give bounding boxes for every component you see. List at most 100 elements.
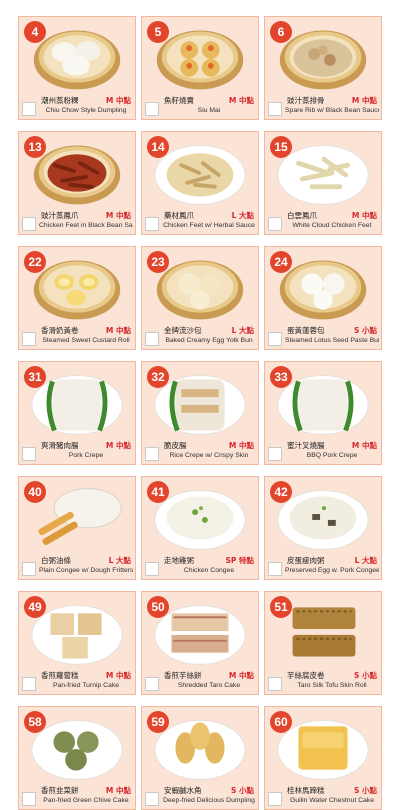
menu-item-card[interactable]: 40 白粥油條 L 大點 Plain Congee w/ Dough Fritters <box>18 476 136 580</box>
item-number-badge: 40 <box>24 481 46 503</box>
item-name-english: Pan-fried Green Chive Cake <box>43 797 129 804</box>
menu-item-card[interactable]: 23 金牌流沙包 L 大點 Baked Creamy Egg Yolk Bun <box>141 246 259 350</box>
menu-item-card[interactable]: 4 潮州蒸粉粿 M 中點 Chiu Chow Style Dumpling <box>18 16 136 120</box>
item-size-label: M 中點 <box>105 326 131 335</box>
order-checkbox[interactable] <box>145 677 159 691</box>
menu-item-card[interactable]: 24 蛋黃蓮蓉包 S 小點 Steamed Lotus Seed Paste Bun <box>264 246 382 350</box>
item-size-label: L 大點 <box>354 556 377 565</box>
item-size-label: M 中點 <box>105 671 131 680</box>
menu-item-card[interactable]: 58 香煎韭菜餅 M 中點 Pan-fried Green Chive Cake <box>18 706 136 810</box>
item-size-label: M 中點 <box>105 96 131 105</box>
item-size-label: M 中點 <box>105 786 131 795</box>
item-size-label: L 大點 <box>231 211 254 220</box>
order-checkbox[interactable] <box>145 447 159 461</box>
order-checkbox[interactable] <box>22 217 36 231</box>
menu-item-card[interactable]: 15 白雲鳳爪 M 中點 White Cloud Chicken Feet <box>264 131 382 235</box>
item-size-label: M 中點 <box>228 441 254 450</box>
menu-item-card[interactable]: 49 香煎蘿蔔糕 M 中點 Pan-fried Turnip Cake <box>18 591 136 695</box>
item-size-label: M 中點 <box>351 211 377 220</box>
item-number-badge: 58 <box>24 711 46 733</box>
item-name-english: Steamed Sweet Custard Roll <box>42 337 130 344</box>
menu-item-card[interactable]: 60 桂林馬蹄糕 S 小點 Guilin Water Chestnut Cake <box>264 706 382 810</box>
order-checkbox[interactable] <box>145 562 159 576</box>
order-checkbox[interactable] <box>268 562 282 576</box>
item-size-label: M 中點 <box>228 96 254 105</box>
order-checkbox[interactable] <box>22 447 36 461</box>
order-checkbox[interactable] <box>145 102 159 116</box>
item-name-english: Shredded Taro Cake <box>177 682 241 689</box>
item-number-badge: 6 <box>270 21 292 43</box>
order-checkbox[interactable] <box>145 217 159 231</box>
item-name-english: Deep-fried Delicious Dumpling <box>163 797 255 804</box>
order-checkbox[interactable] <box>145 332 159 346</box>
item-number-badge: 42 <box>270 481 292 503</box>
item-name-english: Chicken Feet in Black Bean Sauce <box>39 222 133 229</box>
item-name-english: Spare Rib w/ Black Bean Sauce <box>285 107 379 114</box>
item-number-badge: 15 <box>270 136 292 158</box>
item-number-badge: 22 <box>24 251 46 273</box>
item-name-english: Plain Congee w/ Dough Fritters <box>39 567 133 574</box>
item-number-badge: 59 <box>147 711 169 733</box>
item-number-badge: 13 <box>24 136 46 158</box>
item-name-english: Chicken Congee <box>183 567 235 574</box>
menu-item-card[interactable]: 42 皮蛋瘦肉粥 L 大點 Preserved Egg w. Pork Congee <box>264 476 382 580</box>
order-checkbox[interactable] <box>145 792 159 806</box>
order-checkbox[interactable] <box>268 332 282 346</box>
order-checkbox[interactable] <box>268 217 282 231</box>
order-checkbox[interactable] <box>22 677 36 691</box>
item-number-badge: 5 <box>147 21 169 43</box>
item-size-label: M 中點 <box>228 671 254 680</box>
order-checkbox[interactable] <box>22 102 36 116</box>
item-name-english: Guilin Water Chestnut Cake <box>290 797 374 804</box>
item-number-badge: 31 <box>24 366 46 388</box>
order-checkbox[interactable] <box>268 447 282 461</box>
item-size-label: M 中點 <box>105 441 131 450</box>
menu-item-card[interactable]: 51 芋絲腐皮卷 S 小點 Taro Silk Tofu Skin Roll <box>264 591 382 695</box>
menu-item-card[interactable]: 31 爽滑豬肉腸 M 中點 Pork Crepe <box>18 361 136 465</box>
menu-item-card[interactable]: 32 脆皮腸 M 中點 Rice Crepe w/ Crispy Skin <box>141 361 259 465</box>
item-name-english: White Cloud Chicken Feet <box>292 222 372 229</box>
item-number-badge: 23 <box>147 251 169 273</box>
item-name-english: Chiu Chow Style Dumpling <box>45 107 127 114</box>
order-checkbox[interactable] <box>22 792 36 806</box>
item-number-badge: 50 <box>147 596 169 618</box>
item-size-label: M 中點 <box>105 211 131 220</box>
item-name-english: Chicken Feet w/ Herbal Sauce <box>163 222 255 229</box>
item-size-label: SP 特點 <box>225 556 254 565</box>
item-size-label: L 大點 <box>108 556 131 565</box>
item-name-english: Pork Crepe <box>68 452 104 459</box>
order-checkbox[interactable] <box>268 102 282 116</box>
menu-item-card[interactable]: 41 走地雞粥 SP 特點 Chicken Congee <box>141 476 259 580</box>
menu-item-card[interactable]: 59 安蝦鹹水角 S 小點 Deep-fried Delicious Dumpling <box>141 706 259 810</box>
menu-item-card[interactable]: 13 豉汁蒸鳳爪 M 中點 Chicken Feet in Black Bean Sa… <box>18 131 136 235</box>
order-checkbox[interactable] <box>268 792 282 806</box>
menu-item-card[interactable]: 22 香滑奶黃卷 M 中點 Steamed Sweet Custard Roll <box>18 246 136 350</box>
item-size-label: S 小點 <box>353 786 377 795</box>
menu-item-card[interactable]: 6 豉汁蒸排骨 M 中點 Spare Rib w/ Black Bean Sauce <box>264 16 382 120</box>
order-checkbox[interactable] <box>22 332 36 346</box>
item-name-english: Pan-fried Turnip Cake <box>52 682 120 689</box>
item-size-label: M 中點 <box>351 96 377 105</box>
item-number-badge: 24 <box>270 251 292 273</box>
item-name-english: Siu Mai <box>197 107 221 114</box>
order-checkbox[interactable] <box>22 562 36 576</box>
item-size-label: S 小點 <box>353 671 377 680</box>
item-number-badge: 49 <box>24 596 46 618</box>
item-name-english: Preserved Egg w. Pork Congee <box>285 567 379 574</box>
item-number-badge: 51 <box>270 596 292 618</box>
item-name-english: Rice Crepe w/ Crispy Skin <box>169 452 249 459</box>
menu-item-card[interactable]: 14 藥材鳳爪 L 大點 Chicken Feet w/ Herbal Sauce <box>141 131 259 235</box>
item-name-english: BBQ Pork Crepe <box>306 452 358 459</box>
item-name-english: Baked Creamy Egg Yolk Bun <box>165 337 253 344</box>
order-checkbox[interactable] <box>268 677 282 691</box>
item-size-label: S 小點 <box>230 786 254 795</box>
item-size-label: M 中點 <box>351 441 377 450</box>
item-size-label: S 小點 <box>353 326 377 335</box>
item-number-badge: 32 <box>147 366 169 388</box>
item-name-english: Steamed Lotus Seed Paste Bun <box>285 337 379 344</box>
menu-item-card[interactable]: 33 蜜汁叉燒腸 M 中點 BBQ Pork Crepe <box>264 361 382 465</box>
item-number-badge: 4 <box>24 21 46 43</box>
menu-item-card[interactable]: 5 魚籽燒賣 M 中點 Siu Mai <box>141 16 259 120</box>
item-name-english: Taro Silk Tofu Skin Roll <box>297 682 367 689</box>
menu-item-card[interactable]: 50 香煎芋絲餅 M 中點 Shredded Taro Cake <box>141 591 259 695</box>
